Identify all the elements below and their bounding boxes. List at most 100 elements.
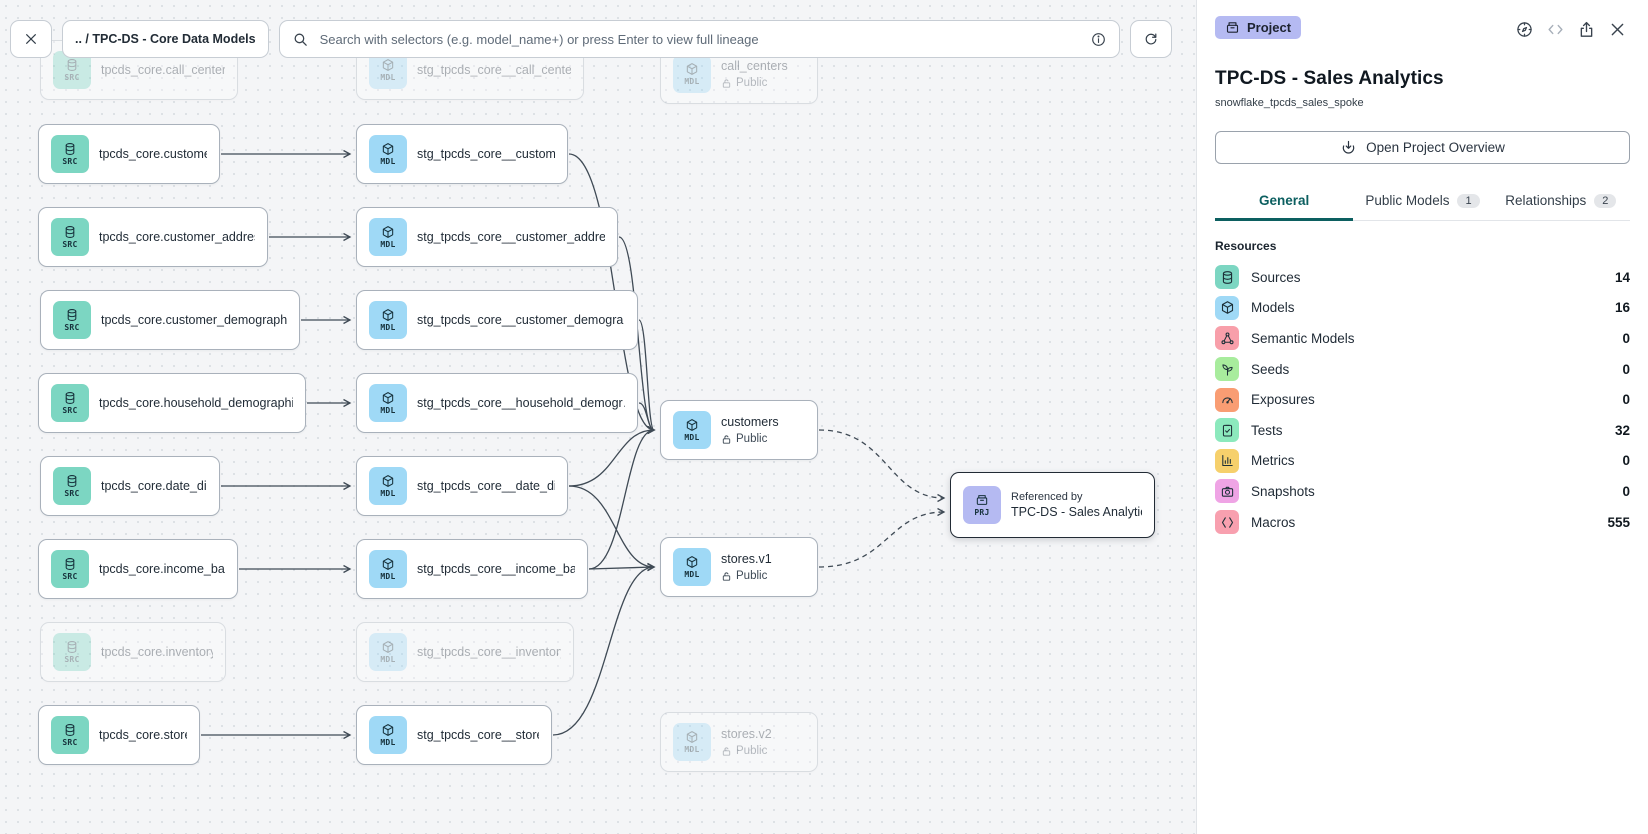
open-project-overview-button[interactable]: Open Project Overview	[1215, 131, 1630, 164]
compass-icon	[1515, 20, 1534, 39]
tab-public-models[interactable]: Public Models1	[1353, 184, 1491, 221]
resource-row-exposures[interactable]: Exposures0	[1215, 384, 1630, 415]
resource-row-tests[interactable]: Tests32	[1215, 415, 1630, 446]
edge-m-income-band-p-customers	[589, 430, 654, 569]
node-label: stg_tpcds_core__income_band	[417, 562, 575, 576]
lineage-node-m-customer-address[interactable]: MDLstg_tpcds_core__customer_address	[356, 207, 618, 267]
open-overview-icon	[1340, 139, 1357, 156]
node-text: stg_tpcds_core__income_band	[417, 562, 575, 576]
view-code-button[interactable]	[1543, 17, 1568, 42]
resource-count: 14	[1615, 270, 1630, 285]
node-label: tpcds_core.inventory	[101, 645, 213, 659]
node-type-badge: MDL	[380, 407, 395, 415]
node-label: call_centers	[721, 59, 788, 73]
resource-count: 0	[1622, 392, 1630, 407]
lineage-node-m-customer-demographics[interactable]: MDLstg_tpcds_core__customer_demogra…	[356, 290, 638, 350]
close-panel-button[interactable]	[1605, 17, 1630, 42]
node-label: tpcds_core.date_dim	[101, 479, 207, 493]
lineage-node-s-date-dim[interactable]: SRC tpcds_core.date_dim	[40, 456, 220, 516]
project-badge-label: Project	[1247, 20, 1291, 35]
lineage-node-p-customers[interactable]: MDLcustomersPublic	[660, 400, 818, 460]
edge-m-date-dim-p-customers	[569, 430, 654, 486]
node-visibility: Public	[721, 570, 772, 582]
lineage-node-p-stores-v2[interactable]: MDLstores.v2Public	[660, 712, 818, 772]
node-label: tpcds_core.household_demographics	[99, 396, 293, 410]
edge-p-stores-v1-prj	[819, 512, 944, 567]
resources-header: Resources	[1215, 239, 1630, 253]
lineage-node-m-inventory[interactable]: MDLstg_tpcds_core__inventory	[356, 622, 574, 682]
explore-lineage-button[interactable]	[1512, 17, 1537, 42]
unlock-icon	[721, 571, 732, 582]
refresh-lineage-button[interactable]	[1130, 20, 1172, 58]
node-text: tpcds_core.inventory	[101, 645, 213, 659]
node-text: tpcds_core.customer_demographics	[101, 313, 287, 327]
lineage-node-m-income-band[interactable]: MDLstg_tpcds_core__income_band	[356, 539, 588, 599]
close-lineage-button[interactable]	[10, 20, 52, 58]
lineage-node-s-customer-demographics[interactable]: SRC tpcds_core.customer_demographics	[40, 290, 300, 350]
lineage-node-p-stores-v1[interactable]: MDLstores.v1Public	[660, 537, 818, 597]
node-text: tpcds_core.customer_address	[99, 230, 255, 244]
node-label: stg_tpcds_core__customer	[417, 147, 555, 161]
project-type-badge: Project	[1215, 16, 1301, 39]
resource-row-sources[interactable]: Sources14	[1215, 262, 1630, 293]
node-text: tpcds_core.call_center	[101, 63, 225, 77]
node-label: stg_tpcds_core__customer_demogra…	[417, 313, 625, 327]
database-icon: SRC	[51, 135, 89, 173]
resource-row-metrics[interactable]: Metrics0	[1215, 446, 1630, 477]
node-label: stg_tpcds_core__household_demogr…	[417, 396, 625, 410]
node-type-badge: PRJ	[974, 509, 989, 517]
resource-row-semantic-models[interactable]: Semantic Models0	[1215, 323, 1630, 354]
resource-row-models[interactable]: Models16	[1215, 293, 1630, 324]
resource-count: 0	[1622, 484, 1630, 499]
node-visibility: Public	[721, 745, 772, 757]
breadcrumb[interactable]: .. / TPC-DS - Core Data Models	[62, 20, 269, 58]
lineage-node-s-household-demographics[interactable]: SRCtpcds_core.household_demographics	[38, 373, 306, 433]
lineage-node-m-store[interactable]: MDLstg_tpcds_core__store	[356, 705, 552, 765]
node-type-badge: SRC	[64, 490, 79, 498]
resource-row-seeds[interactable]: Seeds0	[1215, 354, 1630, 385]
resource-row-snapshots[interactable]: Snapshots0	[1215, 476, 1630, 507]
lineage-node-s-inventory[interactable]: SRCtpcds_core.inventory	[40, 622, 226, 682]
test-icon	[1215, 418, 1239, 442]
cube-icon	[1215, 296, 1239, 320]
cube-icon: MDL	[369, 384, 407, 422]
node-text: tpcds_core.income_band	[99, 562, 225, 576]
database-icon	[1215, 265, 1239, 289]
info-icon[interactable]	[1090, 31, 1107, 48]
tab-label: Public Models	[1365, 193, 1449, 208]
unlock-icon	[721, 78, 732, 89]
node-type-badge: SRC	[64, 324, 79, 332]
metric-icon	[1215, 449, 1239, 473]
share-button[interactable]	[1574, 17, 1599, 42]
cube-icon: MDL	[673, 723, 711, 761]
lineage-node-s-store[interactable]: SRCtpcds_core.store	[38, 705, 200, 765]
node-type-badge: SRC	[62, 241, 77, 249]
node-type-badge: SRC	[62, 573, 77, 581]
lineage-search	[279, 20, 1120, 58]
node-type-badge: SRC	[62, 739, 77, 747]
lineage-node-s-customer-address[interactable]: SRC tpcds_core.customer_address	[38, 207, 268, 267]
lineage-canvas[interactable]: .. / TPC-DS - Core Data Models SRCtpcds_…	[0, 0, 1196, 834]
lineage-node-prj[interactable]: PRJReferenced byTPC-DS - Sales Analytics	[950, 472, 1155, 538]
close-icon	[1608, 20, 1627, 39]
node-text: tpcds_core.customer	[99, 147, 207, 161]
node-label: customers	[721, 415, 779, 429]
search-input[interactable]	[318, 31, 1081, 48]
resource-row-macros[interactable]: Macros555	[1215, 507, 1630, 538]
lineage-node-s-customer[interactable]: SRC tpcds_core.customer	[38, 124, 220, 184]
node-label: stg_tpcds_core__call_center	[417, 63, 571, 77]
node-text: customersPublic	[721, 415, 779, 445]
tab-relationships[interactable]: Relationships2	[1492, 184, 1630, 221]
resource-label: Seeds	[1251, 362, 1610, 377]
node-text: stores.v1Public	[721, 552, 772, 582]
lineage-node-m-date-dim[interactable]: MDLstg_tpcds_core__date_dim	[356, 456, 568, 516]
lineage-node-m-customer[interactable]: MDLstg_tpcds_core__customer	[356, 124, 568, 184]
node-label: tpcds_core.income_band	[99, 562, 225, 576]
close-icon	[23, 31, 39, 47]
tab-general[interactable]: General	[1215, 184, 1353, 221]
cube-icon: MDL	[673, 55, 711, 93]
lineage-node-m-household-demographics[interactable]: MDL stg_tpcds_core__household_demogr…	[356, 373, 638, 433]
node-label: tpcds_core.customer_address	[99, 230, 255, 244]
lineage-node-s-income-band[interactable]: SRC tpcds_core.income_band	[38, 539, 238, 599]
resource-label: Tests	[1251, 423, 1603, 438]
